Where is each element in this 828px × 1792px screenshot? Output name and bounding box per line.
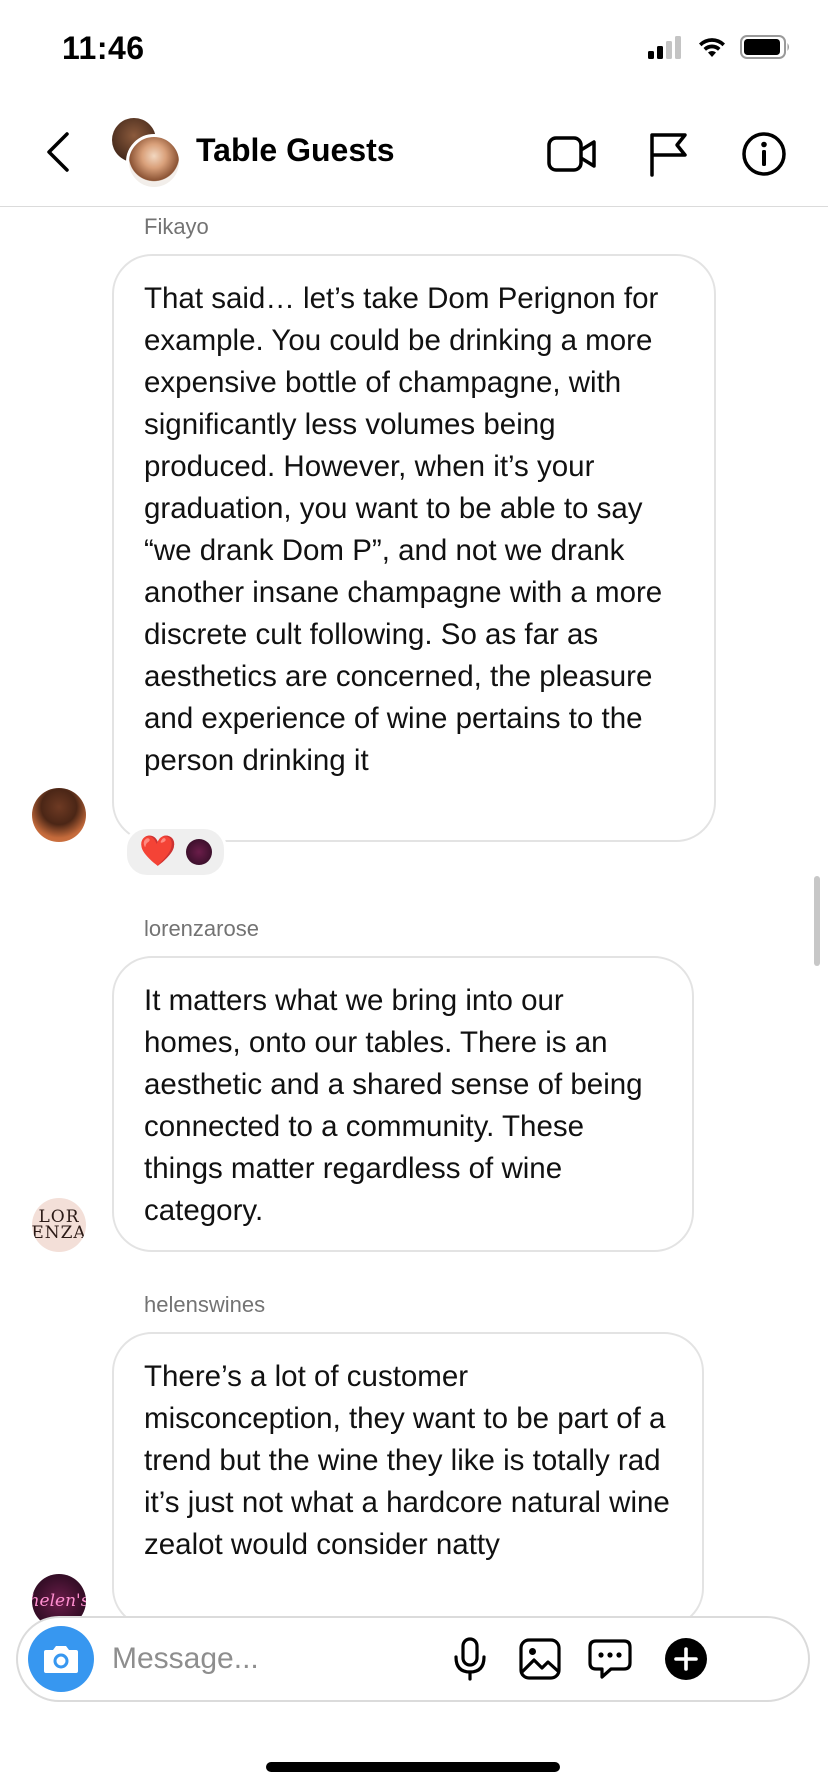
info-button[interactable] — [736, 126, 792, 182]
back-chevron-icon — [47, 132, 69, 172]
camera-icon — [44, 1646, 78, 1673]
flag-icon — [650, 133, 687, 177]
sender-name: lorenzarose — [144, 916, 259, 941]
microphone-icon — [454, 1637, 486, 1681]
more-actions-button[interactable] — [658, 1631, 714, 1687]
voice-message-button[interactable] — [442, 1631, 498, 1687]
report-flag-button[interactable] — [640, 126, 696, 182]
chat-title[interactable]: Table Guests — [196, 132, 395, 169]
status-icons — [648, 34, 792, 60]
group-avatar-stack[interactable] — [112, 118, 182, 190]
message-composer — [16, 1616, 810, 1702]
sticker-chat-icon — [588, 1639, 632, 1679]
message-input[interactable] — [112, 1634, 492, 1684]
info-icon — [742, 132, 786, 176]
message-bubble[interactable]: There’s a lot of customer misconception,… — [112, 1332, 704, 1628]
avatar-logo-text: LOR ENZA — [32, 1207, 86, 1243]
gallery-button[interactable] — [512, 1631, 568, 1687]
gallery-icon — [519, 1638, 561, 1680]
camera-button[interactable] — [28, 1626, 94, 1692]
plus-icon — [665, 1638, 707, 1680]
reactor-avatar — [186, 839, 213, 865]
chat-header: Table Guests — [0, 100, 828, 207]
sender-name: helenswines — [144, 1292, 266, 1317]
heart-emoji: ❤️ — [139, 835, 177, 868]
scrollbar[interactable] — [814, 876, 820, 966]
status-bar: 11:46 — [0, 0, 828, 100]
message-bubble[interactable]: It matters what we bring into our homes,… — [112, 956, 694, 1252]
sticker-button[interactable] — [582, 1631, 638, 1687]
home-indicator — [266, 1762, 560, 1772]
video-call-icon — [547, 136, 596, 172]
back-button[interactable] — [38, 126, 78, 178]
sender-name: Fikayo — [144, 214, 209, 239]
avatar-logo-text: helen's — [32, 1591, 86, 1611]
status-time: 11:46 — [62, 30, 145, 66]
battery-icon — [740, 35, 789, 59]
wifi-icon — [699, 38, 725, 57]
avatar[interactable] — [32, 788, 86, 842]
avatar[interactable]: LOR ENZA — [32, 1198, 86, 1252]
group-member-avatar — [126, 134, 182, 190]
cellular-signal-icon — [648, 36, 681, 59]
message-reactions[interactable]: ❤️ — [124, 826, 228, 878]
message-bubble[interactable]: That said… let’s take Dom Perignon for e… — [112, 254, 716, 842]
video-call-button[interactable] — [544, 126, 600, 182]
